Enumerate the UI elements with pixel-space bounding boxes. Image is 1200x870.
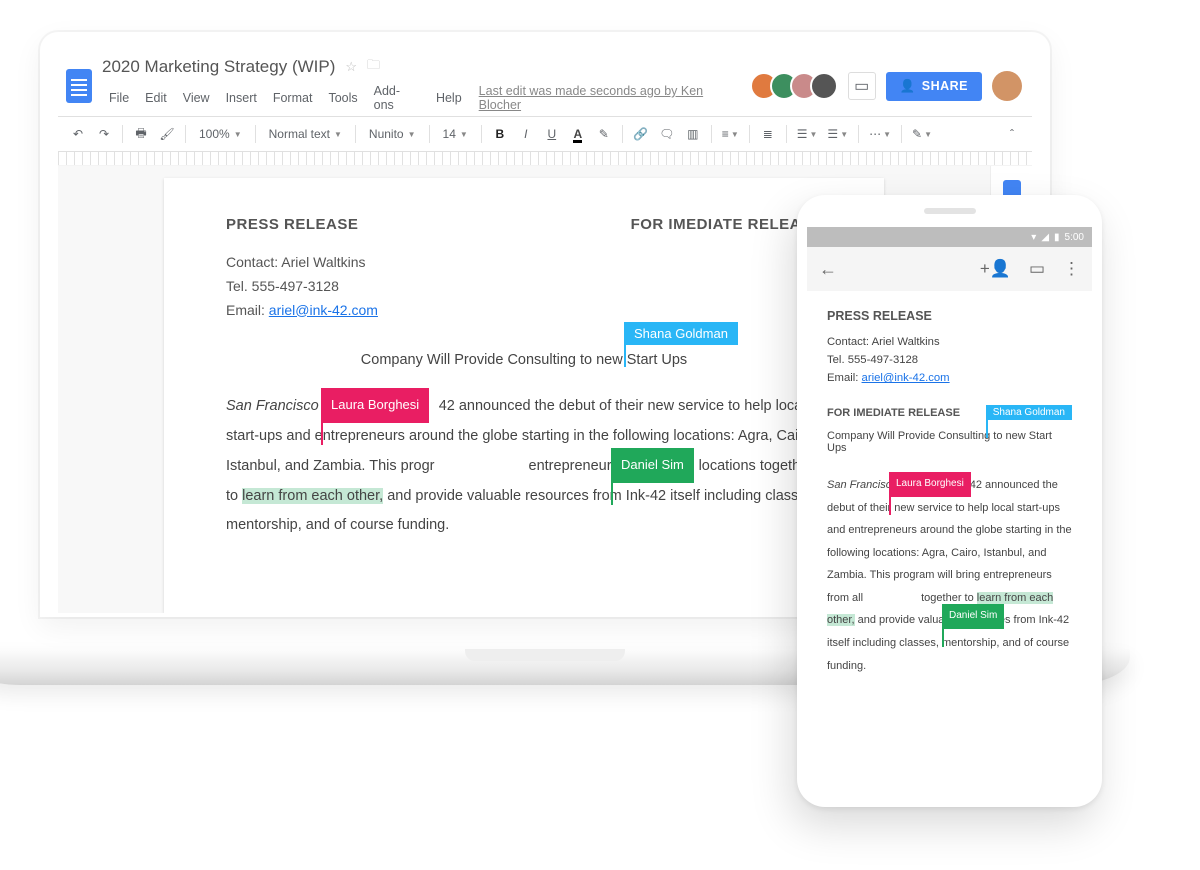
subtitle: Company Will Provide Consulting to new S… xyxy=(827,430,1072,454)
contact-block: Contact: Ariel Waltkins Tel. 555-497-312… xyxy=(226,251,822,322)
highlight-color-button[interactable]: ✎ xyxy=(592,122,616,146)
body-paragraph: Laura Borghesi Daniel Sim San Francisck … xyxy=(827,474,1072,677)
status-bar: ▾ ◢ ▮ 5:00 xyxy=(807,227,1092,247)
italic-button[interactable]: I xyxy=(514,122,538,146)
phone-device: ▾ ◢ ▮ 5:00 ← +👤 ▭ ⋮ PRESS RELEASE Contac… xyxy=(797,195,1102,807)
email-label: Email: xyxy=(226,302,269,318)
overflow-icon[interactable]: ⋮ xyxy=(1063,259,1080,279)
comments-icon[interactable]: ▭ xyxy=(1029,259,1045,279)
redo-icon[interactable]: ↷ xyxy=(92,122,116,146)
line-spacing-button[interactable]: ≣ xyxy=(756,122,780,146)
person-add-icon: 👤 xyxy=(900,79,916,94)
editing-mode-button[interactable]: ✎▼ xyxy=(908,122,936,146)
profile-avatar[interactable] xyxy=(992,71,1022,101)
avatar[interactable] xyxy=(810,72,838,100)
menu-edit[interactable]: Edit xyxy=(138,87,174,109)
font-size-dropdown[interactable]: 14▼ xyxy=(436,122,475,146)
collaborator-cursor-shana: Shana Goldman xyxy=(986,405,1072,420)
press-release-heading: PRESS RELEASE xyxy=(827,309,1072,323)
contact-email-link[interactable]: ariel@ink-42.com xyxy=(862,372,950,384)
mobile-document[interactable]: PRESS RELEASE Contact: Ariel Waltkins Te… xyxy=(807,291,1092,797)
contact-tel: Tel. 555-497-3128 xyxy=(226,275,822,299)
menu-view[interactable]: View xyxy=(176,87,217,109)
menu-bar: File Edit View Insert Format Tools Add-o… xyxy=(102,80,748,116)
last-edit-link[interactable]: Last edit was made seconds ago by Ken Bl… xyxy=(479,84,748,112)
menu-help[interactable]: Help xyxy=(429,87,469,109)
bulleted-list-button[interactable]: ☰▼ xyxy=(823,122,852,146)
immediate-release-heading: FOR IMEDIATE RELEASE xyxy=(827,407,986,419)
share-button[interactable]: 👤 SHARE xyxy=(886,72,982,101)
menu-addons[interactable]: Add-ons xyxy=(367,80,427,116)
immediate-release-heading: FOR IMEDIATE RELEASE xyxy=(631,216,822,233)
menu-tools[interactable]: Tools xyxy=(321,87,364,109)
collaborator-cursor-laura: Laura Borghesi xyxy=(321,388,429,423)
menu-insert[interactable]: Insert xyxy=(219,87,264,109)
undo-icon[interactable]: ↶ xyxy=(66,122,90,146)
back-icon[interactable]: ← xyxy=(819,259,837,280)
share-label: SHARE xyxy=(922,79,968,93)
toolbar: ↶ ↷ 🖶 🖌 100%▼ Normal text▼ Nunito▼ 14▼ B… xyxy=(58,117,1032,152)
font-dropdown[interactable]: Nunito▼ xyxy=(362,122,423,146)
collaborator-avatars[interactable] xyxy=(758,72,838,100)
underline-button[interactable]: U xyxy=(540,122,564,146)
docs-logo-icon[interactable] xyxy=(66,69,92,103)
star-icon[interactable]: ☆ xyxy=(345,59,357,75)
folder-move-icon[interactable]: 🗀 xyxy=(367,56,380,78)
doc-title[interactable]: 2020 Marketing Strategy (WIP) xyxy=(102,57,335,77)
paint-format-icon[interactable]: 🖌 xyxy=(155,122,179,146)
doc-header: 2020 Marketing Strategy (WIP) ☆ 🗀 File E… xyxy=(58,50,1032,117)
signal-icon: ◢ xyxy=(1041,232,1049,243)
contact-name: Contact: Ariel Waltkins xyxy=(226,251,822,275)
insert-link-icon[interactable]: 🔗 xyxy=(629,122,653,146)
contact-email-link[interactable]: ariel@ink-42.com xyxy=(269,302,378,318)
numbered-list-button[interactable]: ☰▼ xyxy=(793,122,822,146)
align-button[interactable]: ≡▼ xyxy=(718,122,743,146)
collaborator-cursor-shana: Shana Goldman xyxy=(624,322,738,345)
collaborator-cursor-daniel: Daniel Sim xyxy=(611,448,694,483)
page[interactable]: PRESS RELEASE FOR IMEDIATE RELEASE Conta… xyxy=(164,178,884,613)
styles-dropdown[interactable]: Normal text▼ xyxy=(262,122,349,146)
ruler[interactable] xyxy=(58,152,1032,166)
subtitle: Company Will Provide Consulting to new S… xyxy=(226,352,822,368)
battery-icon: ▮ xyxy=(1054,232,1060,243)
collaborator-cursor-laura: Laura Borghesi xyxy=(889,472,971,497)
print-icon[interactable]: 🖶 xyxy=(129,122,153,146)
collaborator-cursor-daniel: Daniel Sim xyxy=(942,604,1004,629)
zoom-dropdown[interactable]: 100%▼ xyxy=(192,122,249,146)
comments-icon[interactable]: ▭ xyxy=(848,72,876,100)
press-release-heading: PRESS RELEASE xyxy=(226,216,358,233)
text-color-button[interactable]: A xyxy=(566,122,590,146)
clock: 5:00 xyxy=(1065,232,1084,243)
collapse-toolbar-icon[interactable]: ˆ xyxy=(1000,122,1024,146)
contact-block: Contact: Ariel Waltkins Tel. 555-497-312… xyxy=(827,333,1072,387)
bold-button[interactable]: B xyxy=(488,122,512,146)
body-paragraph: Laura Borghesi Daniel Sim San Francisco4… xyxy=(226,392,822,541)
add-comment-icon[interactable]: 🗨 xyxy=(655,122,679,146)
menu-format[interactable]: Format xyxy=(266,87,320,109)
mobile-app-bar: ← +👤 ▭ ⋮ xyxy=(807,247,1092,291)
insert-image-icon[interactable]: ▥ xyxy=(681,122,705,146)
add-person-icon[interactable]: +👤 xyxy=(980,259,1011,279)
wifi-icon: ▾ xyxy=(1031,232,1036,243)
menu-file[interactable]: File xyxy=(102,87,136,109)
more-toolbar-button[interactable]: ⋯▼ xyxy=(865,122,895,146)
